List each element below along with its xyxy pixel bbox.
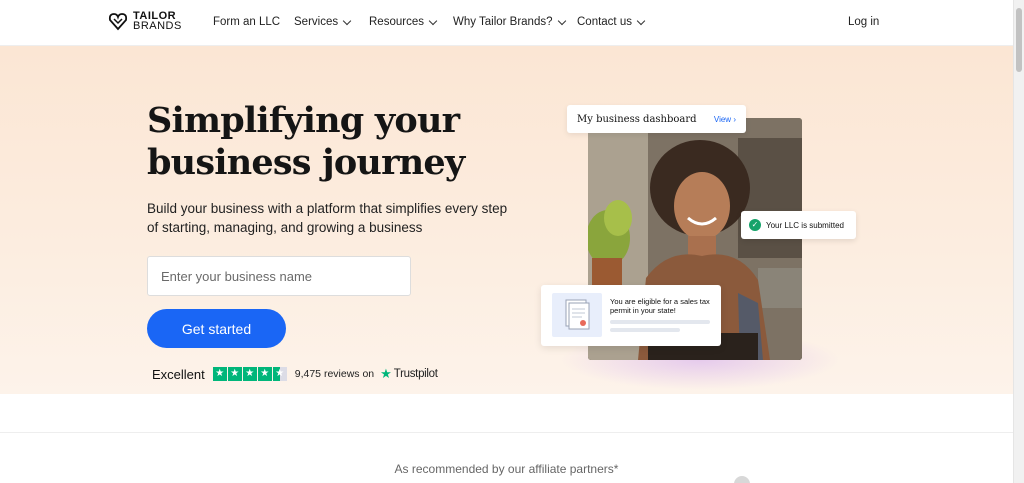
chevron-down-icon — [342, 16, 352, 25]
half-star-icon: ★ — [272, 367, 287, 381]
dashboard-view-link[interactable]: View › — [714, 115, 736, 124]
nav-resources[interactable]: Resources — [369, 16, 438, 28]
permit-card: You are eligible for a sales tax permit … — [541, 285, 721, 346]
page-scrollbar[interactable] — [1013, 0, 1024, 483]
check-circle-icon: ✓ — [749, 219, 761, 231]
view-label: View — [713, 114, 732, 124]
placeholder-line — [610, 320, 710, 324]
trustpilot-star-icon: ★ — [380, 366, 392, 381]
get-started-button[interactable]: Get started — [147, 309, 286, 348]
trustpilot-wordmark: Trustpilot — [393, 368, 438, 380]
rating-stars: ★ ★ ★ ★ ★ — [212, 367, 287, 381]
star-icon: ★ — [257, 367, 272, 381]
nav-label: Services — [294, 16, 339, 28]
chevron-down-icon — [557, 16, 566, 25]
llc-status-card: ✓ Your LLC is submitted — [741, 211, 856, 239]
partner-logo — [734, 476, 750, 483]
hero-subheading: Build your business with a platform that… — [147, 201, 508, 235]
top-navbar: TAILOR BRANDS Form an LLC Services Resou… — [0, 0, 1013, 46]
headline-line1: Simplifying your — [147, 100, 460, 141]
headline-line2: business journey — [147, 142, 465, 183]
chevron-down-icon — [636, 16, 646, 25]
partners-section: As recommended by our affiliate partners… — [0, 432, 1013, 483]
nav-contact-us[interactable]: Contact us — [577, 16, 646, 28]
dashboard-title: My business dashboard — [577, 113, 697, 125]
logo-wordmark: TAILOR BRANDS — [133, 11, 182, 32]
business-name-input[interactable] — [147, 256, 411, 296]
star-icon: ★ — [227, 367, 242, 381]
star-icon: ★ — [242, 367, 257, 381]
permit-message: You are eligible for a sales tax permit … — [610, 297, 710, 315]
llc-status-text: Your LLC is submitted — [766, 220, 844, 230]
review-count: 9,475 reviews on — [294, 368, 375, 380]
nav-form-llc[interactable]: Form an LLC — [213, 16, 280, 28]
nav-label: Form an LLC — [213, 16, 281, 28]
trustpilot-rating[interactable]: Excellent ★ ★ ★ ★ ★ 9,475 reviews on ★ T… — [152, 366, 438, 382]
document-illustration — [552, 293, 602, 337]
login-link[interactable]: Log in — [848, 16, 879, 28]
chevron-down-icon — [428, 16, 438, 25]
chevron-right-icon: › — [733, 114, 736, 124]
scrollbar-thumb[interactable] — [1016, 8, 1022, 72]
nav-why-tailor-brands[interactable]: Why Tailor Brands? — [453, 16, 566, 28]
partners-heading: As recommended by our affiliate partners… — [394, 462, 619, 476]
heart-shield-logo-icon — [108, 13, 128, 31]
nav-label: Contact us — [577, 16, 632, 28]
certificate-icon — [565, 299, 590, 330]
nav-label: Why Tailor Brands? — [453, 16, 553, 28]
hero-headline: Simplifying your business journey — [147, 100, 465, 184]
nav-label: Resources — [369, 16, 424, 28]
placeholder-line — [610, 328, 680, 332]
brand-logo[interactable]: TAILOR BRANDS — [108, 11, 182, 32]
rating-label: Excellent — [152, 366, 205, 382]
nav-services[interactable]: Services — [294, 16, 352, 28]
star-icon: ★ — [212, 367, 227, 381]
dashboard-card[interactable]: My business dashboard View › — [567, 105, 746, 133]
logo-line2: BRANDS — [133, 20, 182, 32]
